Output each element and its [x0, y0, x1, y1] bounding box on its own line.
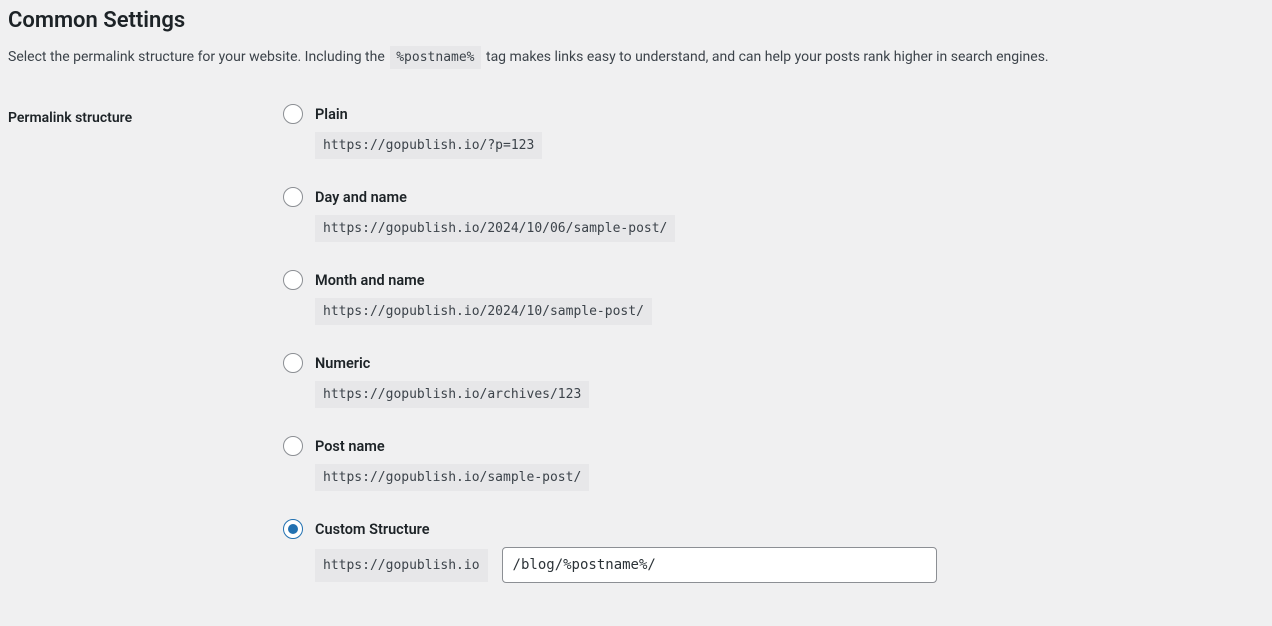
section-title: Common Settings — [8, 8, 1264, 33]
option-day-name: Day and name https://gopublish.io/2024/1… — [283, 187, 1264, 242]
radio-label-numeric[interactable]: Numeric — [315, 355, 370, 372]
option-custom: Custom Structure https://gopublish.io — [283, 519, 1264, 583]
permalink-structure-label: Permalink structure — [8, 110, 132, 126]
description-pre: Select the permalink structure for your … — [8, 49, 388, 65]
radio-numeric[interactable] — [283, 353, 303, 373]
permalink-row: Permalink structure Plain https://gopubl… — [8, 104, 1264, 583]
option-plain: Plain https://gopublish.io/?p=123 — [283, 104, 1264, 159]
radio-label-month-name[interactable]: Month and name — [315, 272, 425, 289]
radio-label-post-name[interactable]: Post name — [315, 438, 385, 455]
example-day-name: https://gopublish.io/2024/10/06/sample-p… — [315, 215, 675, 242]
example-plain: https://gopublish.io/?p=123 — [315, 132, 542, 159]
form-content-cell: Plain https://gopublish.io/?p=123 Day an… — [283, 104, 1264, 583]
description-post: tag makes links easy to understand, and … — [483, 49, 1049, 65]
radio-month-name[interactable] — [283, 270, 303, 290]
custom-prefix: https://gopublish.io — [315, 549, 488, 582]
form-label-cell: Permalink structure — [8, 104, 283, 583]
radio-day-name[interactable] — [283, 187, 303, 207]
option-month-name: Month and name https://gopublish.io/2024… — [283, 270, 1264, 325]
postname-tag: %postname% — [390, 46, 480, 69]
radio-label-day-name[interactable]: Day and name — [315, 189, 407, 206]
option-post-name: Post name https://gopublish.io/sample-po… — [283, 436, 1264, 491]
example-month-name: https://gopublish.io/2024/10/sample-post… — [315, 298, 652, 325]
example-post-name: https://gopublish.io/sample-post/ — [315, 464, 589, 491]
radio-post-name[interactable] — [283, 436, 303, 456]
form-table: Permalink structure Plain https://gopubl… — [8, 104, 1264, 583]
radio-plain[interactable] — [283, 104, 303, 124]
radio-label-plain[interactable]: Plain — [315, 106, 348, 123]
radio-label-custom[interactable]: Custom Structure — [315, 521, 430, 538]
option-numeric: Numeric https://gopublish.io/archives/12… — [283, 353, 1264, 408]
example-numeric: https://gopublish.io/archives/123 — [315, 381, 589, 408]
radio-custom[interactable] — [283, 519, 303, 539]
section-description: Select the permalink structure for your … — [8, 47, 1264, 68]
custom-structure-input[interactable] — [502, 547, 937, 583]
